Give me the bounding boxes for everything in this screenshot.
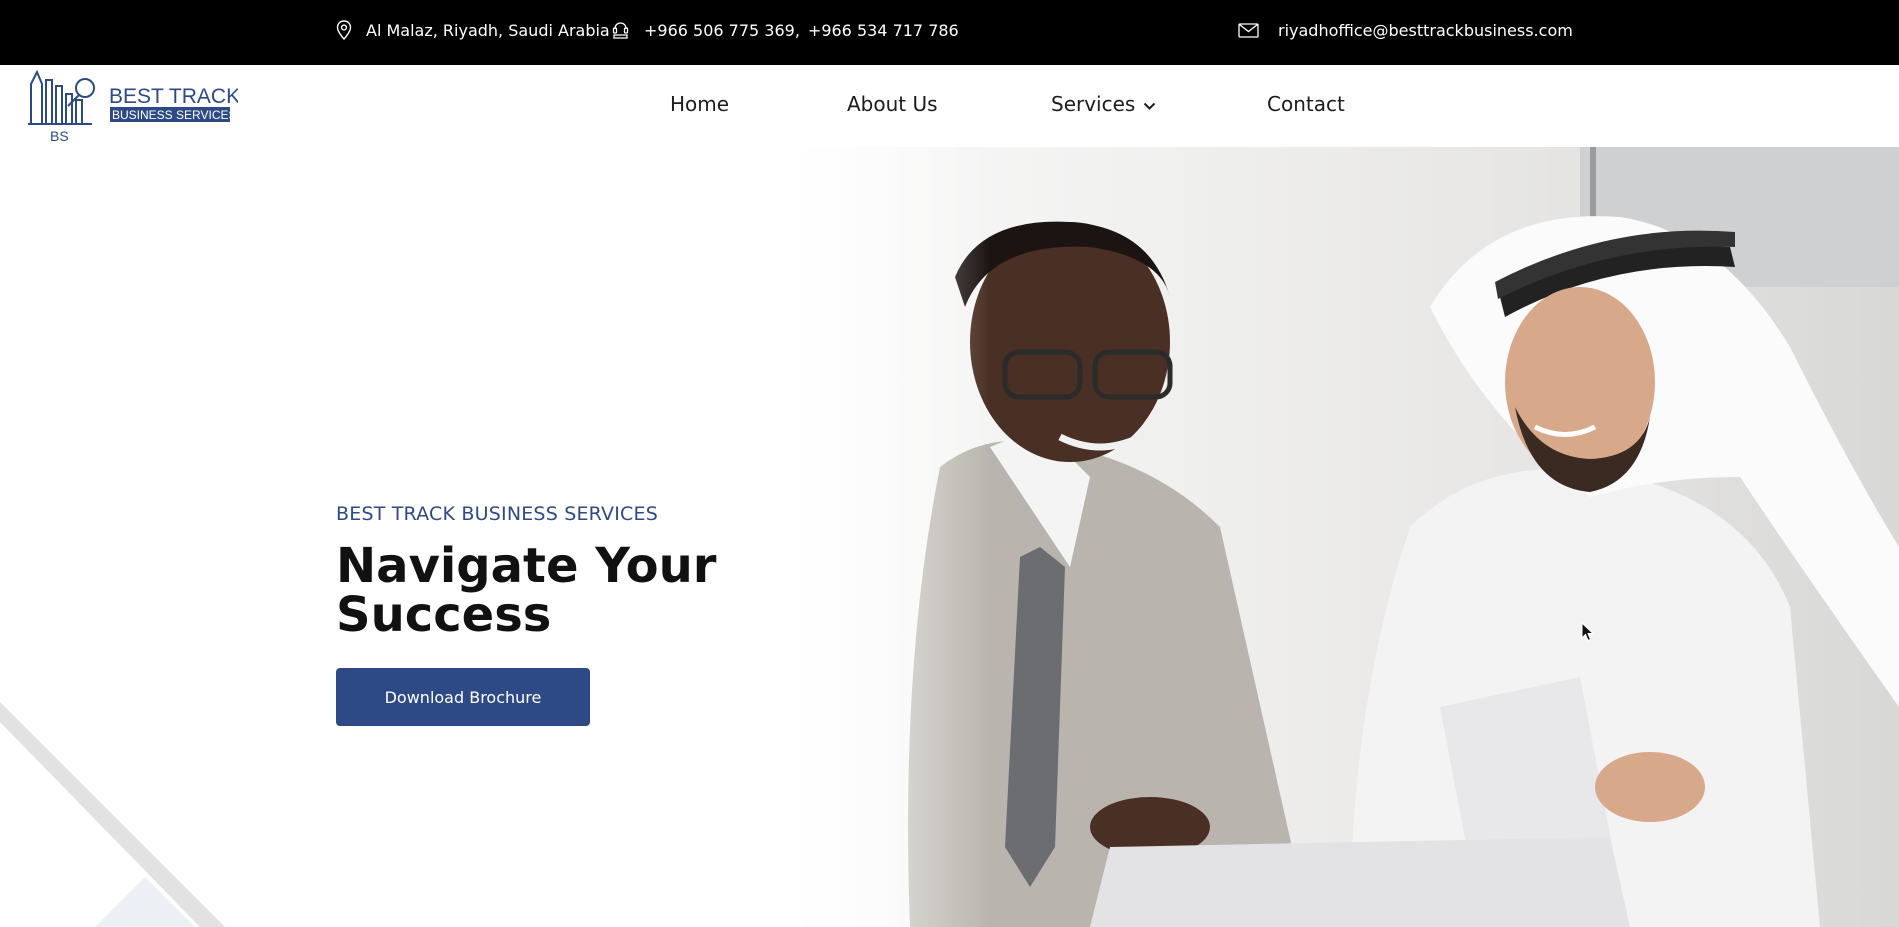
- hero-headline-line1: Navigate Your: [336, 538, 717, 594]
- decorative-shapes: [0, 702, 225, 927]
- phone-icon: [611, 21, 630, 40]
- hero-section: [0, 147, 800, 927]
- hero-image: [790, 147, 1899, 927]
- email-item: riyadhoffice@besttrackbusiness.com: [1238, 0, 1573, 60]
- email-text[interactable]: riyadhoffice@besttrackbusiness.com: [1278, 21, 1573, 40]
- main-navbar: [0, 65, 1899, 147]
- logo-mark: BEST TRACK BUSINESS SERVICES BS: [28, 69, 240, 144]
- location-pin-icon: [336, 20, 352, 40]
- logo-initials: BS: [50, 128, 69, 144]
- site-logo[interactable]: BEST TRACK BUSINESS SERVICES BS: [28, 66, 240, 146]
- top-contact-bar: Al Malaz, Riyadh, Saudi Arabia +966 506 …: [0, 0, 1899, 65]
- hero-headline-line2: Success: [336, 587, 552, 643]
- mouse-cursor-icon: [1581, 621, 1595, 646]
- nav-services-label: Services: [1051, 92, 1136, 116]
- nav-about[interactable]: About Us: [847, 92, 938, 116]
- envelope-icon: [1238, 22, 1259, 38]
- address-item: Al Malaz, Riyadh, Saudi Arabia: [336, 0, 610, 60]
- phone-item: +966 506 775 369, +966 534 717 786: [611, 0, 959, 60]
- address-text: Al Malaz, Riyadh, Saudi Arabia: [366, 20, 610, 40]
- nav-services[interactable]: Services: [1051, 92, 1156, 116]
- nav-home[interactable]: Home: [670, 92, 729, 116]
- hero-eyebrow: BEST TRACK BUSINESS SERVICES: [336, 503, 658, 525]
- logo-text-line2: BUSINESS SERVICES: [112, 108, 237, 122]
- logo-text-line1: BEST TRACK: [109, 85, 238, 108]
- phone-number-1[interactable]: +966 506 775 369,: [644, 21, 800, 40]
- phone-number-2[interactable]: +966 534 717 786: [808, 21, 959, 40]
- nav-contact[interactable]: Contact: [1267, 92, 1345, 116]
- download-brochure-button[interactable]: Download Brochure: [336, 668, 590, 726]
- chevron-down-icon: [1143, 92, 1156, 116]
- business-meeting-photo: [790, 147, 1899, 927]
- hero-headline: Navigate Your Success: [336, 542, 716, 640]
